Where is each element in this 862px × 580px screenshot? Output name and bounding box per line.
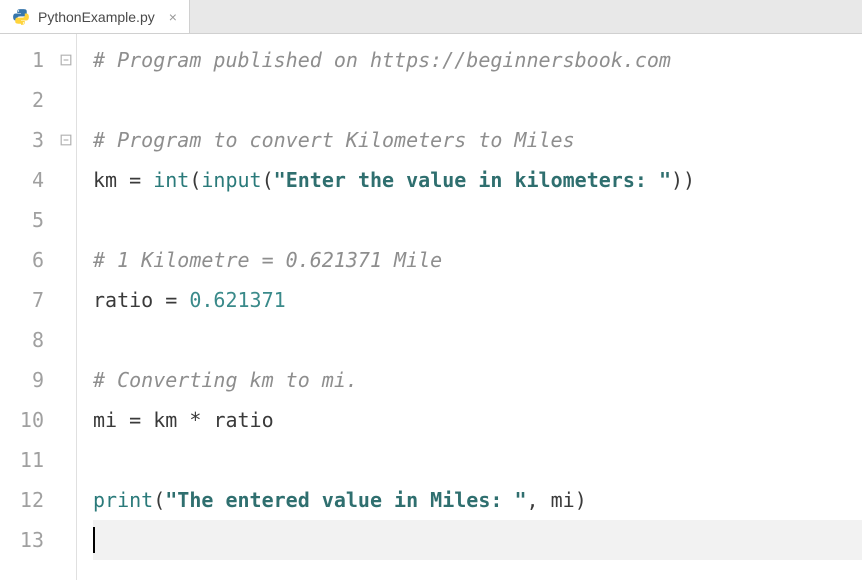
- line-number: 7: [0, 280, 44, 320]
- code-line: # Program published on https://beginners…: [93, 40, 862, 80]
- line-number: 3: [0, 120, 44, 160]
- line-number: 5: [0, 200, 44, 240]
- text-caret: [93, 527, 95, 553]
- line-number-gutter: 1 2 3 4 5 6 7 8 9 10 11 12 13: [0, 34, 56, 580]
- tab-filename: PythonExample.py: [38, 9, 155, 25]
- code-line: [93, 80, 862, 120]
- line-number: 10: [0, 400, 44, 440]
- code-line: [93, 200, 862, 240]
- code-line: # Converting km to mi.: [93, 360, 862, 400]
- line-number: 13: [0, 520, 44, 560]
- code-editor[interactable]: # Program published on https://beginners…: [76, 34, 862, 580]
- code-line: [93, 440, 862, 480]
- tab-bar: PythonExample.py ×: [0, 0, 862, 34]
- code-line: km = int(input("Enter the value in kilom…: [93, 160, 862, 200]
- line-number: 11: [0, 440, 44, 480]
- line-number: 6: [0, 240, 44, 280]
- code-line: [93, 520, 862, 560]
- fold-marker-icon[interactable]: [56, 40, 76, 80]
- code-line: # 1 Kilometre = 0.621371 Mile: [93, 240, 862, 280]
- fold-marker-icon[interactable]: [56, 120, 76, 160]
- code-line: [93, 320, 862, 360]
- line-number: 8: [0, 320, 44, 360]
- line-number: 4: [0, 160, 44, 200]
- code-line: mi = km * ratio: [93, 400, 862, 440]
- code-line: print("The entered value in Miles: ", mi…: [93, 480, 862, 520]
- code-line: # Program to convert Kilometers to Miles: [93, 120, 862, 160]
- python-file-icon: [12, 8, 30, 26]
- line-number: 9: [0, 360, 44, 400]
- fold-column: [56, 34, 76, 580]
- code-line: ratio = 0.621371: [93, 280, 862, 320]
- close-icon[interactable]: ×: [169, 10, 177, 24]
- editor-area: 1 2 3 4 5 6 7 8 9 10 11 12 13 # Program …: [0, 34, 862, 580]
- line-number: 2: [0, 80, 44, 120]
- line-number: 12: [0, 480, 44, 520]
- line-number: 1: [0, 40, 44, 80]
- editor-tab[interactable]: PythonExample.py ×: [0, 0, 190, 33]
